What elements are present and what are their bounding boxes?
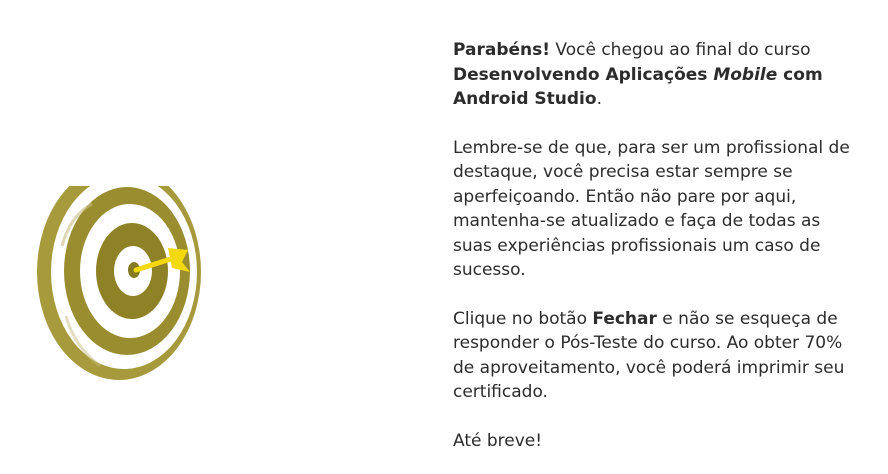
instruction-paragraph: Clique no botão Fechar e não se esqueça … <box>453 308 845 403</box>
course-name: Desenvolvendo Aplicações Mobile com Andr… <box>453 64 823 110</box>
congrats-paragraph: Parabéns! Você chegou ao final do curso … <box>453 40 823 110</box>
course-completion-page: Parabéns! Você chegou ao final do curso … <box>0 0 888 474</box>
fechar-reference: Fechar <box>592 308 657 329</box>
reminder-paragraph: Lembre-se de que, para ser um profission… <box>453 137 850 281</box>
congrats-title: Parabéns! <box>453 40 551 60</box>
dartboard-target-icon <box>37 186 201 380</box>
farewell-text: Até breve! <box>453 430 543 451</box>
completion-message: Parabéns! Você chegou ao final do curso … <box>453 38 863 453</box>
